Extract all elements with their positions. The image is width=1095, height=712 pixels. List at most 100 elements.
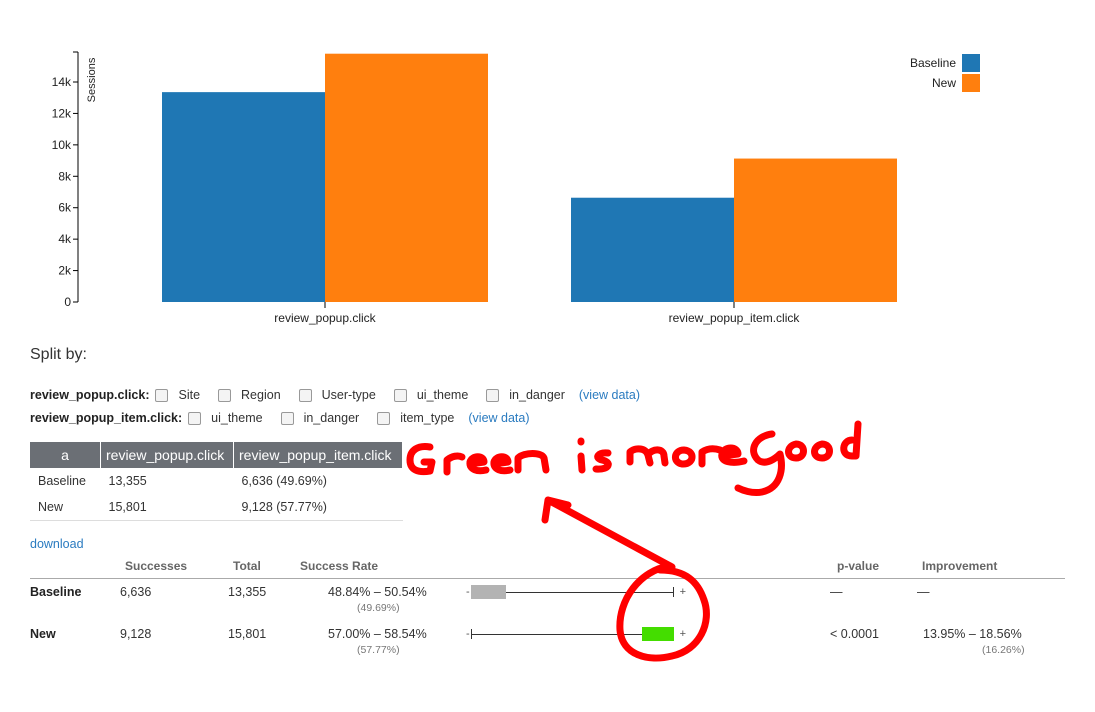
annotation-circle xyxy=(616,562,710,662)
p-value: — xyxy=(830,585,843,599)
successes: 6,636 xyxy=(120,585,152,599)
legend: Baseline New xyxy=(910,54,980,92)
annotation-letter-o1 xyxy=(672,446,696,468)
split-by-title: Split by: xyxy=(30,346,87,363)
split-option-site[interactable]: Site xyxy=(155,388,200,402)
y-tick-label: 12k xyxy=(52,106,72,120)
annotation-letter-r2 xyxy=(698,445,724,468)
header-successes: Successes xyxy=(125,559,188,573)
summary-table: a review_popup.click review_popup_item.c… xyxy=(30,442,403,521)
legend-label-new: New xyxy=(932,76,956,90)
header-divider xyxy=(30,578,1065,579)
confidence-interval-bar: - + xyxy=(466,627,686,641)
rate-range: 57.00% – 58.54% xyxy=(328,627,427,641)
split-option-ui-theme[interactable]: ui_theme xyxy=(393,388,468,402)
annotation-letter-g2 xyxy=(734,430,785,496)
checkbox[interactable] xyxy=(188,411,202,425)
y-tick-label: 10k xyxy=(52,138,72,152)
total: 15,801 xyxy=(228,627,267,641)
split-option-label: ui_theme xyxy=(211,411,263,425)
split-row-review-popup: review_popup.click: Site Region User-type ui… xyxy=(30,388,640,402)
bar-new-1[interactable] xyxy=(734,158,897,302)
successes: 9,128 xyxy=(120,627,152,641)
ci-tick-right xyxy=(673,587,674,597)
annotation-letter-s xyxy=(592,449,612,473)
annotation-letter-e2 xyxy=(490,453,514,475)
bar-new-0[interactable] xyxy=(325,53,488,302)
col-header-group[interactable]: a xyxy=(30,442,101,468)
checkbox[interactable] xyxy=(393,388,407,402)
annotation-arrow xyxy=(541,496,676,571)
annotation-letter-e3 xyxy=(718,444,748,466)
split-option-label: in_danger xyxy=(509,388,565,402)
table-row: New 15,801 9,128 (57.77%) xyxy=(30,494,403,521)
y-tick-label: 14k xyxy=(52,75,72,89)
view-data-link[interactable]: (view data) xyxy=(579,388,640,402)
view-data-link[interactable]: (view data) xyxy=(468,411,529,425)
split-option-label: Site xyxy=(178,388,201,402)
header-improvement: Improvement xyxy=(922,559,998,573)
legend-label-baseline: Baseline xyxy=(910,56,956,70)
annotation-letter-o2 xyxy=(785,440,807,462)
confidence-interval-bar: - + xyxy=(466,585,686,599)
sessions-bar-chart: 0 2k 4k 6k 8k 10k 12k 14k Sessions review_popup… xyxy=(52,51,980,325)
annotation-letter-e1 xyxy=(466,453,490,475)
annotation-letter-i xyxy=(577,437,586,474)
y-axis: 0 2k 4k 6k 8k 10k 12k 14k xyxy=(52,51,79,309)
split-option-label: item_type xyxy=(400,411,455,425)
bar-baseline-0[interactable] xyxy=(162,92,325,302)
split-group-label: review_popup.click: xyxy=(30,388,150,402)
row-name: New xyxy=(30,627,56,641)
split-group-label: review_popup_item.click: xyxy=(30,411,183,425)
annotation-letter-d xyxy=(840,420,862,460)
download-link[interactable]: download xyxy=(30,537,84,551)
row-name: Baseline xyxy=(30,585,82,599)
checkbox[interactable] xyxy=(486,388,500,402)
cell: 13,355 xyxy=(108,474,147,488)
bar-baseline-1[interactable] xyxy=(571,197,734,302)
split-option-ui-theme[interactable]: ui_theme xyxy=(188,411,263,425)
plus-icon: + xyxy=(679,628,686,640)
annotation-strokes xyxy=(406,420,862,662)
y-tick-label: 2k xyxy=(58,264,72,278)
legend-swatch-baseline xyxy=(962,54,980,72)
row-label: Baseline xyxy=(38,474,86,488)
col-header-review-popup-item[interactable]: review_popup_item.click xyxy=(233,442,403,468)
rate-point: (49.69%) xyxy=(357,602,400,614)
checkbox[interactable] xyxy=(280,411,294,425)
annotation-letter-r xyxy=(443,452,466,476)
col-header-review-popup[interactable]: review_popup.click xyxy=(100,442,234,468)
y-tick-label: 8k xyxy=(58,169,72,183)
checkbox[interactable] xyxy=(298,388,312,402)
split-option-region[interactable]: Region xyxy=(218,388,281,402)
annotation-letter-m xyxy=(626,445,669,467)
split-option-in-danger[interactable]: in_danger xyxy=(280,411,360,425)
checkbox[interactable] xyxy=(218,388,232,402)
split-option-item-type[interactable]: item_type xyxy=(377,411,454,425)
improvement: — xyxy=(917,585,930,599)
split-option-in-danger[interactable]: in_danger xyxy=(486,388,565,402)
y-axis-label: Sessions xyxy=(86,57,98,102)
plus-icon: + xyxy=(679,586,686,598)
y-tick-label: 4k xyxy=(58,232,72,246)
split-option-label: in_danger xyxy=(303,411,360,425)
x-tick-label: review_popup.click xyxy=(274,311,376,325)
y-tick-label: 6k xyxy=(58,201,72,215)
split-option-label: User-type xyxy=(321,388,376,402)
minus-icon: - xyxy=(466,586,470,598)
improvement-point: (16.26%) xyxy=(982,644,1025,656)
header-total: Total xyxy=(233,559,261,573)
total: 13,355 xyxy=(228,585,267,599)
checkbox[interactable] xyxy=(377,411,391,425)
rate-range: 48.84% – 50.54% xyxy=(328,585,427,599)
p-value: < 0.0001 xyxy=(830,627,880,641)
header-p-value: p-value xyxy=(837,559,880,573)
improvement: 13.95% – 18.56% xyxy=(923,627,1022,641)
header-success-rate: Success Rate xyxy=(300,559,379,573)
annotation-letter-g xyxy=(406,443,436,476)
checkbox[interactable] xyxy=(155,388,169,402)
cell: 9,128 (57.77%) xyxy=(233,494,403,521)
split-row-review-popup-item: review_popup_item.click: ui_theme in_dange… xyxy=(30,411,530,425)
split-option-user-type[interactable]: User-type xyxy=(298,388,376,402)
cell: 6,636 (49.69%) xyxy=(241,474,327,488)
